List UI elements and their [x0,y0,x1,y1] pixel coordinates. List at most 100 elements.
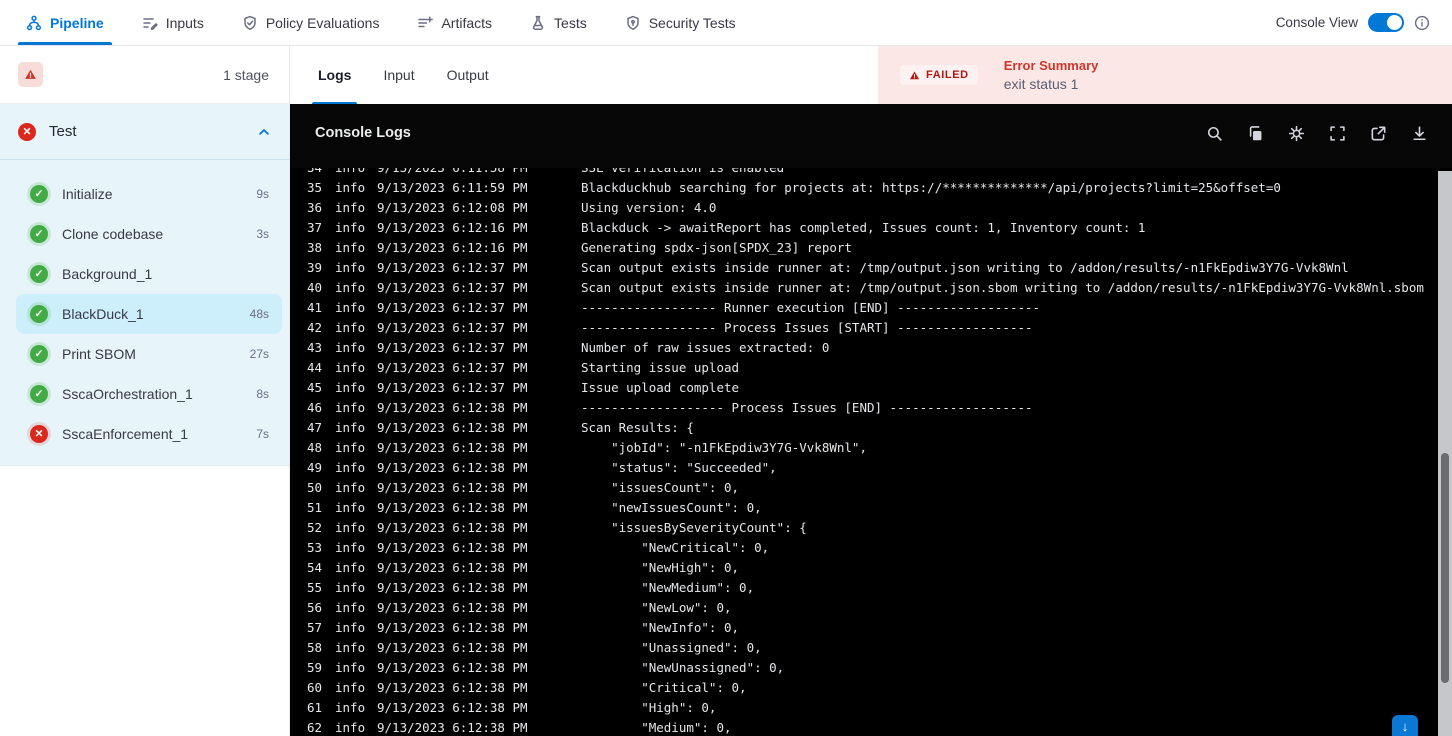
log-line-34: 34 info 9/13/2023 6:11:58 PM SSL verificati… [290,168,1452,178]
warning-triangle-icon [909,71,920,79]
log-message: Scan output exists inside runner at: /tm… [581,260,1349,275]
log-level: info [335,720,366,735]
log-line-number: 36 [307,200,323,215]
scrollbar-thumb[interactable] [1441,453,1449,683]
stage-count: 1 stage [223,66,269,83]
log-message: Using version: 4.0 [581,200,717,215]
log-message: Scan Results: { [581,420,694,435]
top-nav-tabs: Pipeline Inputs Policy Evaluations Artifact… [18,0,738,45]
scroll-to-bottom-button[interactable]: ↓ [1392,715,1418,736]
settings-icon[interactable] [1288,125,1305,142]
console-view-toggle[interactable] [1368,13,1404,32]
log-message: Issue upload complete [581,380,740,395]
log-level: info [335,440,366,455]
log-message: "NewLow": 0, [581,600,732,615]
log-timestamp: 9/13/2023 6:12:37 PM [377,320,528,335]
stage-summary-bar: 1 stage [0,46,290,104]
step-initialize[interactable]: ✓ Initialize 9s [16,174,282,214]
copy-icon[interactable] [1247,125,1264,142]
log-line-number: 37 [307,220,323,235]
log-level: info [335,700,366,715]
log-line-number: 50 [307,480,323,495]
fullscreen-icon[interactable] [1329,125,1346,142]
scrollbar-track[interactable] [1438,171,1452,736]
info-icon[interactable] [1414,15,1430,31]
log-level: info [335,620,366,635]
log-timestamp: 9/13/2023 6:12:38 PM [377,600,528,615]
log-level: info [335,300,366,315]
tab-pipeline[interactable]: Pipeline [18,0,112,45]
open-in-new-icon[interactable] [1370,125,1387,142]
log-message: "High": 0, [581,700,717,715]
check-circle-icon: ✓ [30,225,48,243]
step-sscaenforcement-1[interactable]: ✕ SscaEnforcement_1 7s [16,414,282,454]
log-line-number: 59 [307,660,323,675]
step-label: SscaEnforcement_1 [62,426,189,442]
error-summary-title: Error Summary [1003,58,1099,73]
log-timestamp: 9/13/2023 6:11:59 PM [377,180,528,195]
log-message: Blackduckhub searching for projects at: … [581,180,1281,195]
console-log-panel: Console Logs 34 info 9/13/2023 6:11:58 PM S… [290,104,1452,736]
console-view-control: Console View [1276,0,1430,45]
step-label: Print SBOM [62,346,136,362]
tests-icon [530,15,546,31]
download-icon[interactable] [1411,125,1428,142]
log-timestamp: 9/13/2023 6:12:38 PM [377,540,528,555]
log-line-58: 58 info 9/13/2023 6:12:38 PM "Unassigned":… [290,638,1452,658]
log-message: Starting issue upload [581,360,740,375]
tab-tests[interactable]: Tests [528,0,589,45]
log-timestamp: 9/13/2023 6:12:38 PM [377,700,528,715]
log-level: info [335,240,366,255]
log-timestamp: 9/13/2023 6:12:16 PM [377,240,528,255]
stage-panel: ✕ Test ✓ Initialize 9s ✓ Clone codebase 3s ✓ Ba… [0,104,289,466]
log-timestamp: 9/13/2023 6:12:38 PM [377,580,528,595]
tab-inputs[interactable]: Inputs [140,0,206,45]
log-level: info [335,340,366,355]
log-message: Scan output exists inside runner at: /tm… [581,280,1424,295]
log-message: SSL verification is enabled [581,168,1452,178]
log-line-38: 38 info 9/13/2023 6:12:16 PM Generating spd… [290,238,1452,258]
search-icon[interactable] [1206,125,1223,142]
step-sscaorchestration-1[interactable]: ✓ SscaOrchestration_1 8s [16,374,282,414]
step-print-sbom[interactable]: ✓ Print SBOM 27s [16,334,282,374]
tab-policy-evaluations[interactable]: Policy Evaluations [240,0,382,45]
tab-security-tests[interactable]: Security Tests [623,0,738,45]
tab-logs[interactable]: Logs [312,46,358,104]
step-background-1[interactable]: ✓ Background_1 [16,254,282,294]
log-line-number: 38 [307,240,323,255]
step-list: ✓ Initialize 9s ✓ Clone codebase 3s ✓ Backgroun… [0,160,289,454]
console-title: Console Logs [315,125,411,141]
step-blackduck-1[interactable]: ✓ BlackDuck_1 48s [16,294,282,334]
log-line-number: 54 [307,560,323,575]
tab-artifacts[interactable]: Artifacts [415,0,494,45]
log-line-number: 35 [307,180,323,195]
log-level: info [335,280,366,295]
chevron-up-icon[interactable] [257,125,271,139]
log-level: info [335,640,366,655]
log-message: Number of raw issues extracted: 0 [581,340,830,355]
tab-input[interactable]: Input [377,46,420,104]
log-timestamp: 9/13/2023 6:11:58 PM [377,168,573,178]
log-timestamp: 9/13/2023 6:12:38 PM [377,620,528,635]
log-level: info [335,580,366,595]
log-level: info [335,460,366,475]
step-clone-codebase[interactable]: ✓ Clone codebase 3s [16,214,282,254]
security-icon [625,15,641,31]
stage-header-test[interactable]: ✕ Test [0,104,289,160]
log-message: "Medium": 0, [581,720,732,735]
tab-output[interactable]: Output [441,46,495,104]
log-line-number: 49 [307,460,323,475]
log-viewport: 34 info 9/13/2023 6:11:58 PM SSL verificati… [290,168,1452,736]
log-line-43: 43 info 9/13/2023 6:12:37 PM Number of raw … [290,338,1452,358]
log-message: "NewMedium": 0, [581,580,755,595]
log-message: "NewInfo": 0, [581,620,740,635]
log-view-tabbar: Logs Input Output [290,46,878,104]
log-timestamp: 9/13/2023 6:12:16 PM [377,220,528,235]
log-line-number: 53 [307,540,323,555]
console-view-label: Console View [1275,15,1358,30]
x-circle-icon: ✕ [18,122,36,141]
log-line-39: 39 info 9/13/2023 6:12:37 PM Scan output ex… [290,258,1452,278]
log-level: info [335,560,366,575]
log-line-number: 34 [307,168,327,178]
log-line-number: 39 [307,260,323,275]
